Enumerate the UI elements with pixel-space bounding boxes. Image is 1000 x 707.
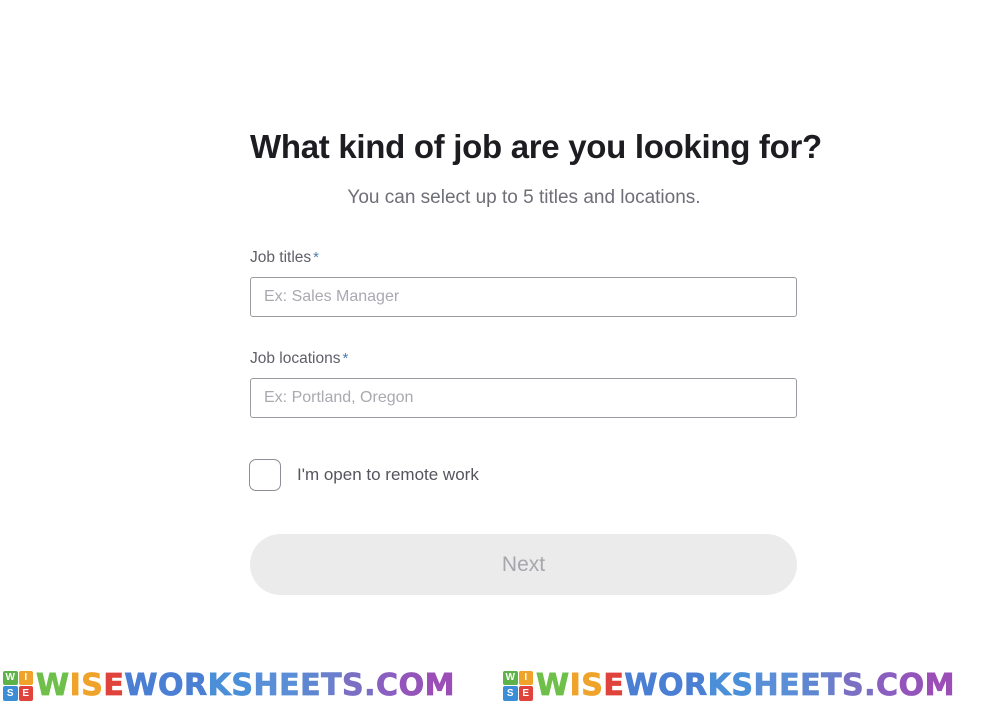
watermark-text: WISEWORKSHEETS.COM <box>536 667 955 703</box>
job-titles-label-text: Job titles <box>250 249 312 266</box>
watermark-unit: W I S E WISEWORKSHEETS.COM <box>0 667 500 703</box>
next-button[interactable]: Next <box>250 534 797 595</box>
required-asterisk-icon: * <box>342 350 349 367</box>
logo-cell-i: I <box>18 670 33 685</box>
checkbox-unchecked-icon[interactable] <box>249 459 281 491</box>
page-title: What kind of job are you looking for? <box>250 128 822 165</box>
onboarding-page: What kind of job are you looking for? Yo… <box>0 0 1000 707</box>
job-titles-input[interactable] <box>250 277 797 317</box>
wiseworksheets-logo-icon: W I S E <box>503 670 533 701</box>
watermark-text: WISEWORKSHEETS.COM <box>36 667 455 703</box>
job-locations-input[interactable] <box>250 378 797 418</box>
job-titles-label: Job titles * <box>250 248 798 268</box>
field-group-job-locations: Job locations * <box>250 349 798 418</box>
job-locations-label-text: Job locations <box>250 350 341 367</box>
page-subtitle: You can select up to 5 titles and locati… <box>347 187 701 208</box>
field-group-job-titles: Job titles * <box>250 248 798 317</box>
logo-cell-w: W <box>503 670 518 685</box>
logo-cell-w: W <box>3 670 18 685</box>
logo-cell-e: E <box>518 686 533 701</box>
job-locations-label: Job locations * <box>250 349 798 369</box>
logo-cell-e: E <box>18 686 33 701</box>
logo-cell-i: I <box>518 670 533 685</box>
remote-work-checkbox-row[interactable]: I'm open to remote work <box>249 459 479 491</box>
remote-work-checkbox-label[interactable]: I'm open to remote work <box>297 464 479 486</box>
logo-cell-s: S <box>503 686 518 701</box>
logo-cell-s: S <box>3 686 18 701</box>
watermark-unit: W I S E WISEWORKSHEETS.COM <box>500 667 1000 703</box>
required-asterisk-icon: * <box>313 249 320 266</box>
wiseworksheets-logo-icon: W I S E <box>3 670 33 701</box>
watermark-footer: W I S E WISEWORKSHEETS.COM W I S E WISEW… <box>0 664 1000 707</box>
